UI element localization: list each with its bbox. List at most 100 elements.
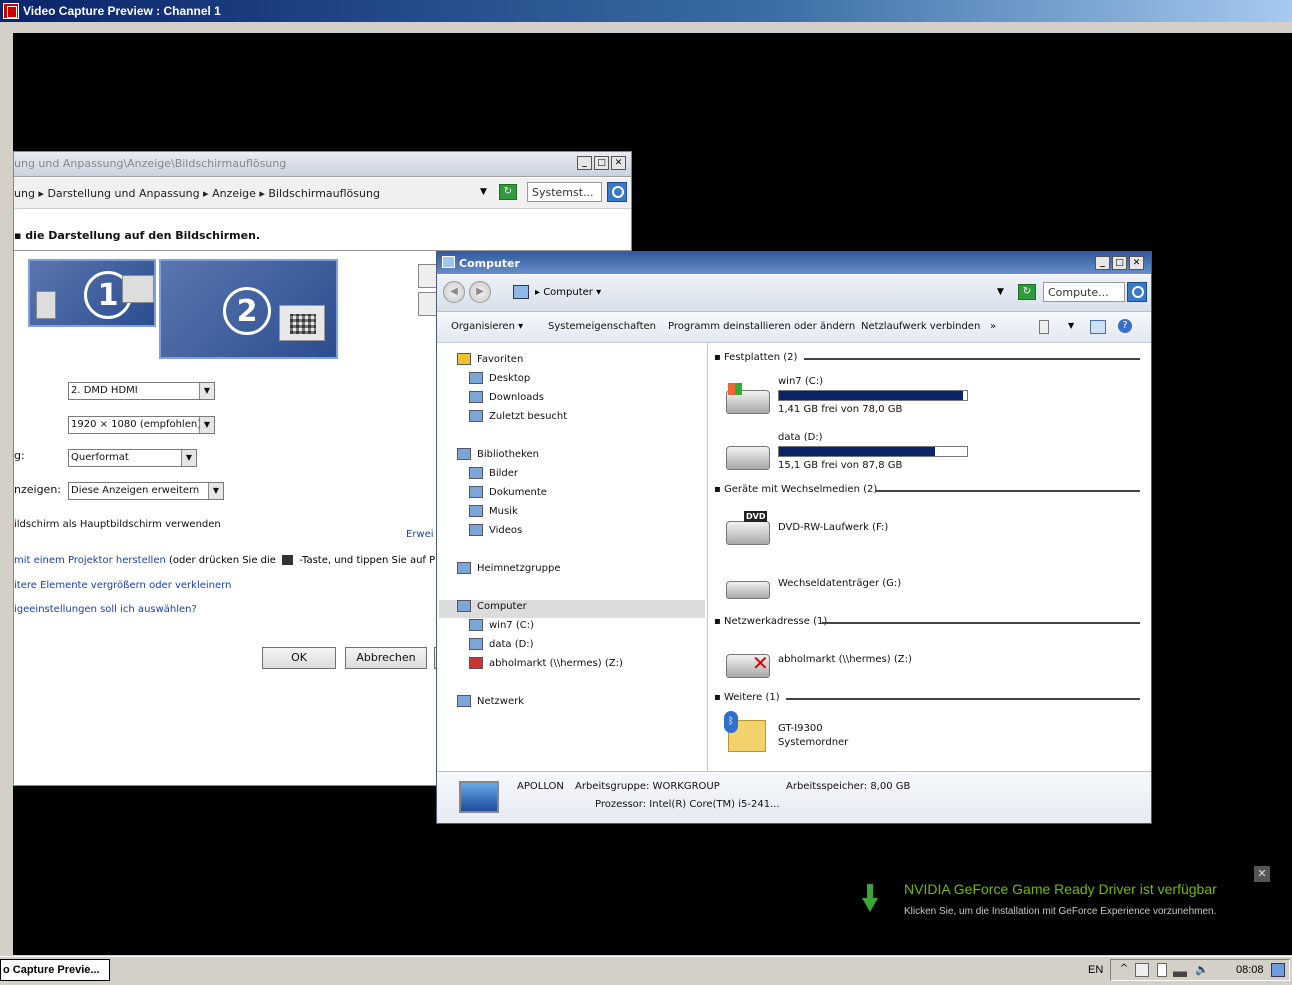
address-label: Computer	[543, 287, 593, 298]
page-heading: ▪ die Darstellung auf den Bildschirmen.	[14, 229, 260, 242]
maximize-button[interactable]: □	[594, 156, 609, 170]
display-select[interactable]: 2. DMD HDMI ▼	[68, 382, 215, 400]
primary-display-checkbox[interactable]: ildschirm als Hauptbildschirm verwenden	[14, 519, 221, 530]
ok-button[interactable]: OK	[262, 647, 336, 669]
nav-item[interactable]: Zuletzt besucht	[489, 411, 567, 422]
nav-item[interactable]: Musik	[489, 506, 518, 517]
notification-title[interactable]: NVIDIA GeForce Game Ready Driver ist ver…	[904, 881, 1217, 897]
desktop-icon[interactable]	[1271, 963, 1285, 977]
action-center-icon[interactable]	[1135, 963, 1149, 977]
network-drive-name[interactable]: abholmarkt (\\hermes) (Z:)	[778, 654, 912, 665]
device-name[interactable]: GT-I9300	[778, 723, 823, 734]
download-arrow-icon	[862, 884, 878, 912]
projector-line: mit einem Projektor herstellen (oder drü…	[14, 555, 439, 566]
nav-item[interactable]: Desktop	[489, 373, 530, 384]
clock[interactable]: 08:08	[1236, 964, 1264, 976]
downloads-icon	[469, 391, 483, 403]
maximize-button[interactable]: □	[1112, 256, 1127, 270]
nav-item[interactable]: Heimnetzgruppe	[477, 563, 561, 574]
show-hidden-icons-icon[interactable]: ^	[1117, 963, 1131, 977]
nav-item[interactable]: Bibliotheken	[477, 449, 539, 460]
cancel-button[interactable]: Abbrechen	[345, 647, 427, 669]
nav-item[interactable]: Favoriten	[477, 354, 523, 365]
back-button[interactable]: ◀	[443, 281, 465, 303]
nav-item[interactable]: win7 (C:)	[489, 620, 534, 631]
search-input[interactable]: Systemst...	[527, 182, 602, 202]
nav-item[interactable]: Netzwerk	[477, 696, 524, 707]
projector-link[interactable]: mit einem Projektor herstellen	[14, 555, 166, 566]
notification-body[interactable]: Klicken Sie, um die Installation mit GeF…	[904, 906, 1216, 917]
monitor-1-window-icon	[122, 275, 154, 303]
preview-pane-icon[interactable]	[1090, 320, 1106, 334]
drive-icon	[469, 619, 483, 631]
drive-icon	[469, 638, 483, 650]
computer-icon	[457, 600, 471, 612]
navigation-pane: Favoriten Desktop Downloads Zuletzt besucht…	[437, 343, 708, 771]
multi-display-select[interactable]: Diese Anzeigen erweitern ▼	[68, 482, 224, 500]
processor: Prozessor: Intel(R) Core(TM) i5-241...	[595, 799, 780, 810]
nav-item[interactable]: Downloads	[489, 392, 544, 403]
close-button[interactable]: ✕	[1129, 256, 1144, 270]
explorer-navigation-bar: ◀ ▶ ▸ Computer ▾ ▼ ↻ Compute...	[437, 275, 1151, 312]
memory: Arbeitsspeicher: 8,00 GB	[786, 781, 911, 792]
search-icon[interactable]	[1127, 282, 1147, 302]
capture-window-titlebar[interactable]: Video Capture Preview : Channel 1	[0, 0, 1292, 22]
chevron-down-icon[interactable]: ▼	[997, 287, 1004, 297]
enlarge-elements-link[interactable]: itere Elemente vergrößern oder verkleine…	[14, 580, 231, 591]
volume-icon[interactable]: 🔈	[1195, 963, 1209, 977]
nav-item[interactable]: data (D:)	[489, 639, 534, 650]
drive-d-name[interactable]: data (D:)	[778, 432, 823, 443]
nav-item[interactable]: Bilder	[489, 468, 518, 479]
display-window-titlebar[interactable]: ung und Anpassung\Anzeige\Bildschirmaufl…	[14, 152, 631, 177]
taskbar-button-capture[interactable]: o Capture Previe...	[0, 959, 110, 981]
nav-item[interactable]: Dokumente	[489, 487, 547, 498]
address-breadcrumb[interactable]: ▸ Computer ▾	[535, 287, 601, 298]
search-input[interactable]: Compute...	[1043, 282, 1125, 302]
projector-text: (oder drücken Sie die	[169, 555, 276, 566]
close-button[interactable]: ✕	[611, 156, 626, 170]
forward-button[interactable]: ▶	[469, 281, 491, 303]
nav-item[interactable]: Videos	[489, 525, 522, 536]
map-network-drive-button[interactable]: Netzlaufwerk verbinden	[861, 321, 980, 332]
removable-drive-name[interactable]: Wechseldatenträger (G:)	[778, 578, 901, 589]
monitor-2-number: 2	[223, 287, 271, 335]
orientation-select[interactable]: Querformat ▼	[68, 449, 197, 467]
monitor-2-tile[interactable]: 2	[159, 259, 338, 359]
captured-screen: ung und Anpassung\Anzeige\Bildschirmaufl…	[13, 33, 1292, 955]
chevron-down-icon[interactable]: ▼	[480, 187, 487, 197]
explorer-titlebar[interactable]: Computer _ □ ✕	[437, 252, 1151, 274]
refresh-icon[interactable]: ↻	[499, 184, 517, 200]
uninstall-program-button[interactable]: Programm deinstallieren oder ändern	[668, 321, 855, 332]
monitor-1-tile[interactable]: 1	[28, 259, 156, 327]
minimize-button[interactable]: _	[577, 156, 592, 170]
minimize-button[interactable]: _	[1095, 256, 1110, 270]
nav-item[interactable]: abholmarkt (\\hermes) (Z:)	[489, 658, 623, 669]
refresh-icon[interactable]: ↻	[1018, 284, 1036, 300]
search-icon[interactable]	[607, 182, 627, 202]
drive-c-name[interactable]: win7 (C:)	[778, 376, 823, 387]
dvd-drive-name[interactable]: DVD-RW-Laufwerk (F:)	[778, 522, 888, 533]
monitor-2-grid-icon	[279, 305, 325, 341]
language-indicator[interactable]: EN	[1088, 964, 1103, 976]
organize-button[interactable]: Organisieren ▾	[451, 321, 523, 332]
advanced-settings-link[interactable]: Erwei	[406, 529, 434, 540]
resolution-select[interactable]: 1920 × 1080 (empfohlen) ▼	[68, 416, 215, 434]
system-properties-button[interactable]: Systemeigenschaften	[548, 321, 656, 332]
chevron-down-icon[interactable]: ▼	[1068, 321, 1074, 330]
group-divider	[876, 490, 1140, 492]
view-icon[interactable]	[1039, 320, 1049, 334]
breadcrumb[interactable]: ung ▸ Darstellung und Anpassung ▸ Anzeig…	[14, 187, 380, 200]
help-icon[interactable]: ?	[1118, 319, 1132, 333]
pictures-icon	[469, 467, 483, 479]
usb-device-icon[interactable]	[1157, 963, 1167, 977]
computer-name: APOLLON	[517, 781, 564, 792]
notification-close-button[interactable]: ✕	[1254, 866, 1270, 882]
multi-display-label: nzeigen:	[14, 483, 61, 496]
drive-d-capacity-fill	[779, 447, 936, 456]
chevron-down-icon: ▼	[199, 383, 214, 399]
drive-d-icon	[726, 446, 770, 470]
nav-item[interactable]: Computer	[477, 601, 527, 612]
network-signal-icon[interactable]	[1173, 963, 1187, 977]
more-commands-button[interactable]: »	[990, 321, 996, 332]
which-settings-link[interactable]: igeeinstellungen soll ich auswählen?	[14, 604, 197, 615]
